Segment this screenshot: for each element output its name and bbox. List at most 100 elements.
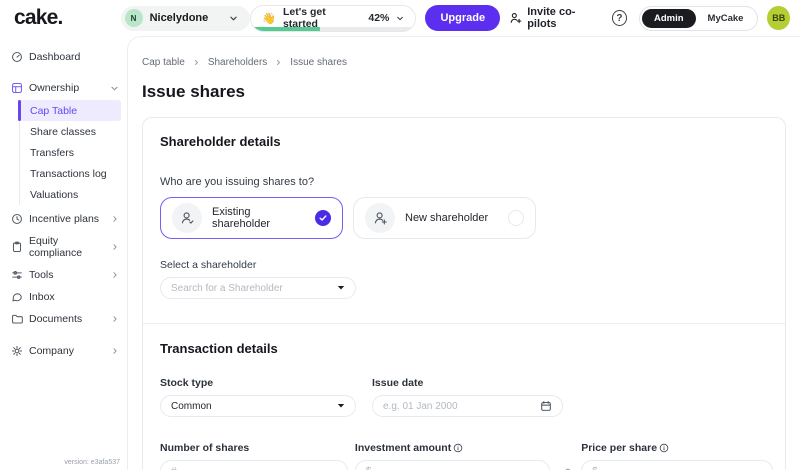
shareholder-select[interactable]: Search for a Shareholder bbox=[160, 277, 356, 299]
shareholder-type-options: Existing shareholder New shareholder bbox=[160, 197, 773, 239]
caret-down-icon bbox=[337, 285, 345, 291]
chat-bubble-icon bbox=[11, 291, 23, 303]
stock-type-select[interactable]: Common bbox=[160, 395, 356, 417]
shareholder-details-heading: Shareholder details bbox=[160, 134, 281, 149]
investment-amount-label: Investment amount bbox=[355, 442, 550, 454]
sidebar-item-transactions-log[interactable]: Transactions log bbox=[20, 163, 121, 184]
sidebar-item-dashboard[interactable]: Dashboard bbox=[0, 46, 127, 68]
chevron-down-icon bbox=[230, 16, 237, 20]
breadcrumb-issue-shares: Issue shares bbox=[290, 57, 347, 68]
info-icon[interactable] bbox=[453, 443, 463, 453]
sidebar-item-inbox[interactable]: Inbox bbox=[0, 286, 127, 308]
chevron-right-icon bbox=[111, 215, 119, 223]
sidebar-label: Incentive plans bbox=[29, 213, 100, 225]
help-icon[interactable]: ? bbox=[611, 10, 627, 26]
issue-date-label: Issue date bbox=[372, 377, 424, 389]
sidebar-label: Inbox bbox=[29, 291, 55, 303]
investment-amount-field bbox=[354, 460, 550, 470]
chevron-down-icon bbox=[110, 84, 119, 93]
sidebar-item-cap-table[interactable]: Cap Table bbox=[18, 100, 121, 121]
sidebar-label: Ownership bbox=[29, 82, 80, 94]
shares-amount-row: Number of shares Investment amount bbox=[160, 442, 773, 470]
chevron-right-icon bbox=[111, 347, 119, 355]
investment-amount-label-text: Investment amount bbox=[354, 442, 452, 454]
price-per-share-label: Price per share bbox=[581, 442, 773, 454]
sidebar-item-equity-compliance[interactable]: Equity compliance bbox=[0, 230, 127, 264]
progress-track bbox=[251, 27, 416, 31]
ownership-submenu: Cap Table Share classes Transfers Transa… bbox=[18, 100, 121, 205]
existing-shareholder-label: Existing shareholder bbox=[212, 206, 271, 230]
wave-emoji-icon: 👋 bbox=[262, 12, 276, 25]
sidebar-item-ownership[interactable]: Ownership bbox=[0, 77, 127, 99]
sidebar: Dashboard Ownership Cap Table Share clas… bbox=[0, 36, 127, 470]
toggle-admin[interactable]: Admin bbox=[641, 8, 696, 28]
number-of-shares-field bbox=[160, 460, 348, 470]
existing-shareholder-option[interactable]: Existing shareholder bbox=[160, 197, 343, 239]
sidebar-label: Tools bbox=[29, 269, 54, 281]
select-shareholder-label: Select a shareholder bbox=[160, 259, 257, 271]
admin-mycake-toggle: Admin MyCake bbox=[638, 5, 759, 31]
company-name: Nicelydone bbox=[149, 12, 209, 24]
get-started-percent: 42% bbox=[368, 12, 390, 24]
chevron-down-icon bbox=[397, 16, 404, 20]
investment-amount-input[interactable] bbox=[365, 465, 539, 470]
progress-fill bbox=[251, 27, 321, 31]
price-per-share-label-text: Price per share bbox=[581, 442, 658, 454]
header-actions: 👋 Let's get started 42% Upgrade Invite c… bbox=[250, 4, 791, 32]
chevron-right-icon bbox=[111, 243, 119, 251]
breadcrumb-shareholders[interactable]: Shareholders bbox=[208, 57, 267, 68]
person-check-icon bbox=[172, 203, 202, 233]
breadcrumb-cap-table[interactable]: Cap table bbox=[142, 57, 185, 68]
top-header: cake. N Nicelydone 👋 Let's get started 4… bbox=[0, 0, 800, 36]
sidebar-item-transfers[interactable]: Transfers bbox=[20, 142, 121, 163]
sidebar-label: Dashboard bbox=[29, 51, 81, 63]
price-per-share-field bbox=[581, 460, 773, 470]
company-avatar: N bbox=[124, 9, 143, 27]
price-per-share-input[interactable] bbox=[592, 465, 762, 470]
toggle-mycake[interactable]: MyCake bbox=[696, 9, 756, 28]
user-avatar[interactable]: BB bbox=[767, 6, 791, 30]
company-selector[interactable]: N Nicelydone bbox=[120, 5, 251, 31]
sidebar-item-valuations[interactable]: Valuations bbox=[20, 184, 121, 205]
version-label: version: e3afa537 bbox=[64, 459, 120, 466]
section-divider bbox=[143, 323, 785, 324]
invite-copilots-button[interactable]: Invite co-pilots bbox=[509, 6, 600, 30]
shareholder-select-placeholder: Search for a Shareholder bbox=[171, 282, 283, 294]
stock-type-value: Common bbox=[171, 400, 212, 412]
chevron-right-icon bbox=[111, 271, 119, 279]
new-shareholder-option[interactable]: New shareholder bbox=[353, 197, 536, 239]
clock-icon bbox=[11, 213, 23, 225]
chevron-right-icon bbox=[275, 59, 282, 66]
issue-date-input[interactable] bbox=[383, 400, 534, 412]
sidebar-item-share-classes[interactable]: Share classes bbox=[20, 121, 121, 142]
get-started-progress-pill[interactable]: 👋 Let's get started 42% bbox=[250, 4, 417, 32]
sidebar-item-documents[interactable]: Documents bbox=[0, 308, 127, 330]
sidebar-item-incentive-plans[interactable]: Incentive plans bbox=[0, 208, 127, 230]
invite-copilots-label: Invite co-pilots bbox=[527, 6, 576, 30]
sidebar-item-tools[interactable]: Tools bbox=[0, 264, 127, 286]
issuing-question-label: Who are you issuing shares to? bbox=[160, 176, 315, 188]
calendar-icon[interactable] bbox=[540, 400, 552, 412]
stock-date-row: Stock type Common Issue date bbox=[160, 377, 773, 417]
sidebar-label: Equity compliance bbox=[29, 235, 83, 259]
person-plus-icon bbox=[510, 13, 522, 24]
issue-date-field bbox=[372, 395, 563, 417]
clipboard-icon bbox=[11, 241, 23, 253]
gauge-icon bbox=[11, 51, 23, 63]
new-shareholder-label: New shareholder bbox=[405, 212, 489, 224]
linked-fields-icon-wrap bbox=[557, 442, 575, 470]
chevron-right-icon bbox=[111, 315, 119, 323]
issue-shares-form-card: Shareholder details Who are you issuing … bbox=[142, 117, 786, 470]
grid-icon bbox=[11, 82, 23, 94]
upgrade-button[interactable]: Upgrade bbox=[425, 5, 501, 31]
sidebar-item-company[interactable]: Company bbox=[0, 340, 127, 362]
person-plus-icon bbox=[365, 203, 395, 233]
caret-down-icon bbox=[337, 403, 345, 409]
number-of-shares-label: Number of shares bbox=[160, 442, 250, 454]
folder-icon bbox=[11, 313, 23, 325]
cake-logo: cake. bbox=[14, 6, 63, 29]
main-panel: Cap table Shareholders Issue shares Issu… bbox=[127, 36, 800, 470]
info-icon[interactable] bbox=[659, 443, 669, 453]
gear-icon bbox=[11, 345, 23, 357]
number-of-shares-input[interactable] bbox=[171, 465, 337, 470]
